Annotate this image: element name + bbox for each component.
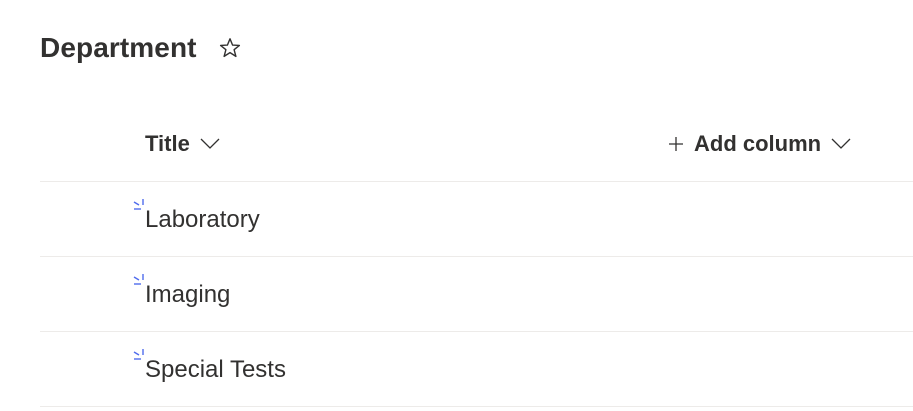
add-column-label: Add column xyxy=(694,131,822,156)
plus-icon xyxy=(668,136,684,152)
chevron-down-icon xyxy=(831,138,851,150)
item-title-cell[interactable]: Laboratory xyxy=(145,204,260,236)
list-view: Title Add column Laboratory Imaging Spec… xyxy=(40,108,913,407)
add-column-button[interactable]: Add column xyxy=(668,128,851,160)
chevron-down-icon xyxy=(200,138,220,150)
column-header-title[interactable]: Title xyxy=(145,128,220,160)
favorite-star-icon[interactable] xyxy=(217,35,243,61)
column-header-row: Title Add column xyxy=(40,108,913,182)
page-header: Department xyxy=(40,28,243,68)
item-title-cell[interactable]: Imaging xyxy=(145,279,230,311)
column-header-title-label: Title xyxy=(145,131,190,156)
item-title-cell[interactable]: Special Tests xyxy=(145,354,286,386)
page-title: Department xyxy=(40,32,197,63)
list-item[interactable]: Laboratory xyxy=(40,182,913,257)
list-item[interactable]: Special Tests xyxy=(40,332,913,407)
list-page: Department Title Add column Laboratory I… xyxy=(0,0,913,411)
list-item[interactable]: Imaging xyxy=(40,257,913,332)
